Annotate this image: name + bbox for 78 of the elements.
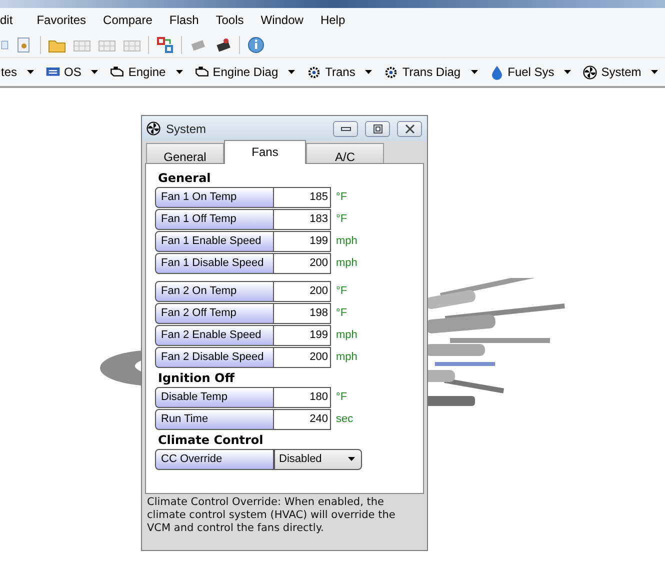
unit-label: °F xyxy=(336,390,348,405)
caret-icon xyxy=(91,70,98,74)
menu-item[interactable]: Flash xyxy=(162,9,206,31)
field-label: Fan 2 Off Temp xyxy=(155,302,274,324)
unit-label: °F xyxy=(336,190,348,205)
tab[interactable]: A/C xyxy=(306,143,384,163)
field-label: Fan 2 On Temp xyxy=(155,280,274,302)
field-label: Run Time xyxy=(155,408,274,430)
menu-item[interactable]: Help xyxy=(313,9,352,31)
caret-icon xyxy=(470,70,478,74)
section-heading: General xyxy=(158,170,212,186)
section-heading: Climate Control xyxy=(158,432,264,448)
nav-button[interactable]: Engine Diag xyxy=(190,60,282,84)
field-label: CC Override xyxy=(155,448,274,470)
caret-icon xyxy=(288,70,296,74)
window-title: System xyxy=(166,120,208,138)
close-icon xyxy=(404,124,414,134)
close-button[interactable] xyxy=(397,120,422,136)
section-heading: Ignition Off xyxy=(158,370,236,386)
unit-label: mph xyxy=(336,328,358,343)
field-label: Fan 2 Enable Speed xyxy=(155,324,274,346)
input-field[interactable]: 199 xyxy=(274,324,331,346)
caret-icon xyxy=(27,70,34,74)
input-field[interactable]: 180 xyxy=(274,386,331,408)
chip-icon[interactable] xyxy=(214,36,232,54)
nav-button[interactable]: tes xyxy=(1,60,18,84)
tab[interactable]: Fans xyxy=(224,140,306,164)
fan-icon xyxy=(582,64,598,80)
menu-item[interactable]: dit xyxy=(0,9,30,31)
gear-icon xyxy=(383,64,400,80)
caret-icon xyxy=(651,70,658,74)
field-label: Fan 1 Disable Speed xyxy=(155,252,274,274)
caret-icon xyxy=(564,70,572,74)
tab[interactable]: General xyxy=(146,143,224,163)
unit-label: °F xyxy=(336,212,348,227)
caret-icon xyxy=(348,457,355,461)
input-field[interactable]: 199 xyxy=(274,230,331,252)
input-field[interactable]: 183 xyxy=(274,208,331,230)
gear-icon xyxy=(306,64,322,80)
field-label: Disable Temp xyxy=(155,386,274,408)
nav-button[interactable]: Engine xyxy=(105,60,170,84)
help-text: Climate Control Override: When enabled, the climate control system (HVAC) will override the VCM and control the fans directly. xyxy=(146,495,396,535)
unit-label: sec xyxy=(336,412,354,427)
unit-label: °F xyxy=(336,284,348,299)
engine-icon xyxy=(194,64,210,80)
input-field[interactable]: 200 xyxy=(274,252,331,274)
unit-label: mph xyxy=(336,350,358,365)
unit-label: °F xyxy=(336,306,348,321)
maximize-icon xyxy=(372,124,382,134)
nav-button[interactable]: OS xyxy=(41,60,86,84)
unit-label: mph xyxy=(336,256,358,271)
field-label: Fan 1 On Temp xyxy=(155,186,274,208)
input-field[interactable]: 185 xyxy=(274,186,331,208)
menu-item[interactable]: Tools xyxy=(208,9,251,31)
nav-button[interactable]: Trans Diag xyxy=(379,60,465,84)
input-field[interactable]: 240 xyxy=(274,408,331,430)
unit-label: mph xyxy=(336,234,358,249)
input-field[interactable]: 200 xyxy=(274,346,331,368)
nav-button[interactable]: Fuel Sys xyxy=(484,60,558,84)
dropdown-field[interactable]: Disabled xyxy=(274,448,362,470)
nav-button[interactable]: System xyxy=(578,60,646,84)
field-label: Fan 2 Disable Speed xyxy=(155,346,274,368)
input-field[interactable]: 200 xyxy=(274,280,331,302)
caret-icon xyxy=(365,70,372,74)
compare-icon[interactable] xyxy=(156,36,174,54)
field-label: Fan 1 Enable Speed xyxy=(155,230,274,252)
info-icon[interactable] xyxy=(247,36,265,54)
maximize-button[interactable] xyxy=(365,120,390,136)
input-field[interactable]: 198 xyxy=(274,302,331,324)
field-label: Fan 1 Off Temp xyxy=(155,208,274,230)
menu-item[interactable]: Favorites xyxy=(30,9,94,31)
minimize-button[interactable] xyxy=(333,120,358,136)
engine-icon xyxy=(109,64,126,80)
caret-icon xyxy=(176,70,183,74)
menu-item[interactable]: Window xyxy=(254,9,310,31)
nav-button[interactable]: Trans xyxy=(302,60,360,84)
fan-icon xyxy=(146,121,161,136)
menu-item[interactable]: Compare xyxy=(96,9,160,31)
